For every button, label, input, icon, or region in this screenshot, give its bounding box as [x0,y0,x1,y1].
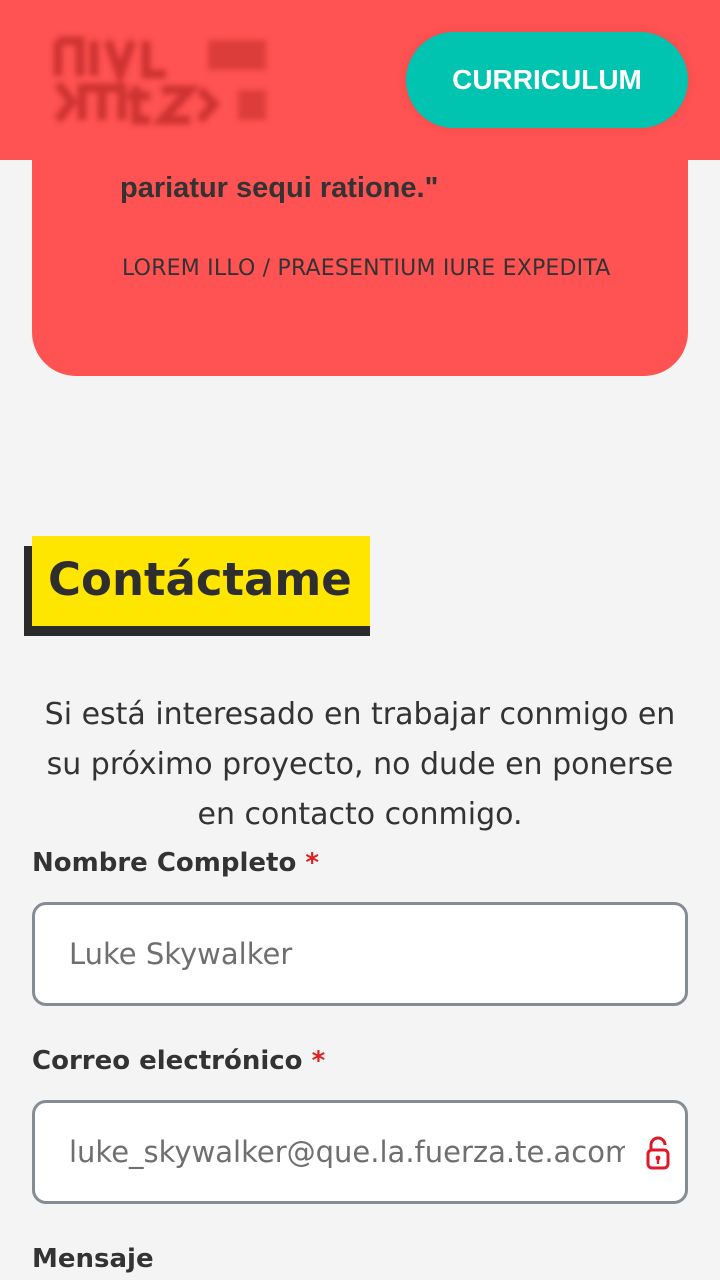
lock-icon[interactable] [645,1136,671,1170]
name-label: Nombre Completo * [32,848,319,878]
contact-title: Contáctame [32,536,370,626]
contact-intro: Si está interesado en trabajar conmigo e… [44,697,676,832]
email-label: Correo electrónico * [32,1046,325,1076]
name-field[interactable] [32,902,688,1006]
testimonial-author: LOREM ILLO / PRAESENTIUM IURE EXPEDITA [122,256,611,281]
site-header: CURRICULUM [0,0,720,160]
email-field[interactable] [32,1100,688,1204]
message-label: Mensaje [32,1244,154,1274]
name-label-text: Nombre Completo [32,848,297,878]
curriculum-button[interactable]: CURRICULUM [406,32,688,128]
testimonial-quote: pariatur sequi ratione." [120,172,439,204]
logo-icon[interactable] [50,36,270,126]
required-mark: * [305,848,319,878]
contact-title-block: Contáctame [24,536,370,636]
required-mark: * [311,1046,326,1076]
email-label-text: Correo electrónico [32,1046,303,1076]
